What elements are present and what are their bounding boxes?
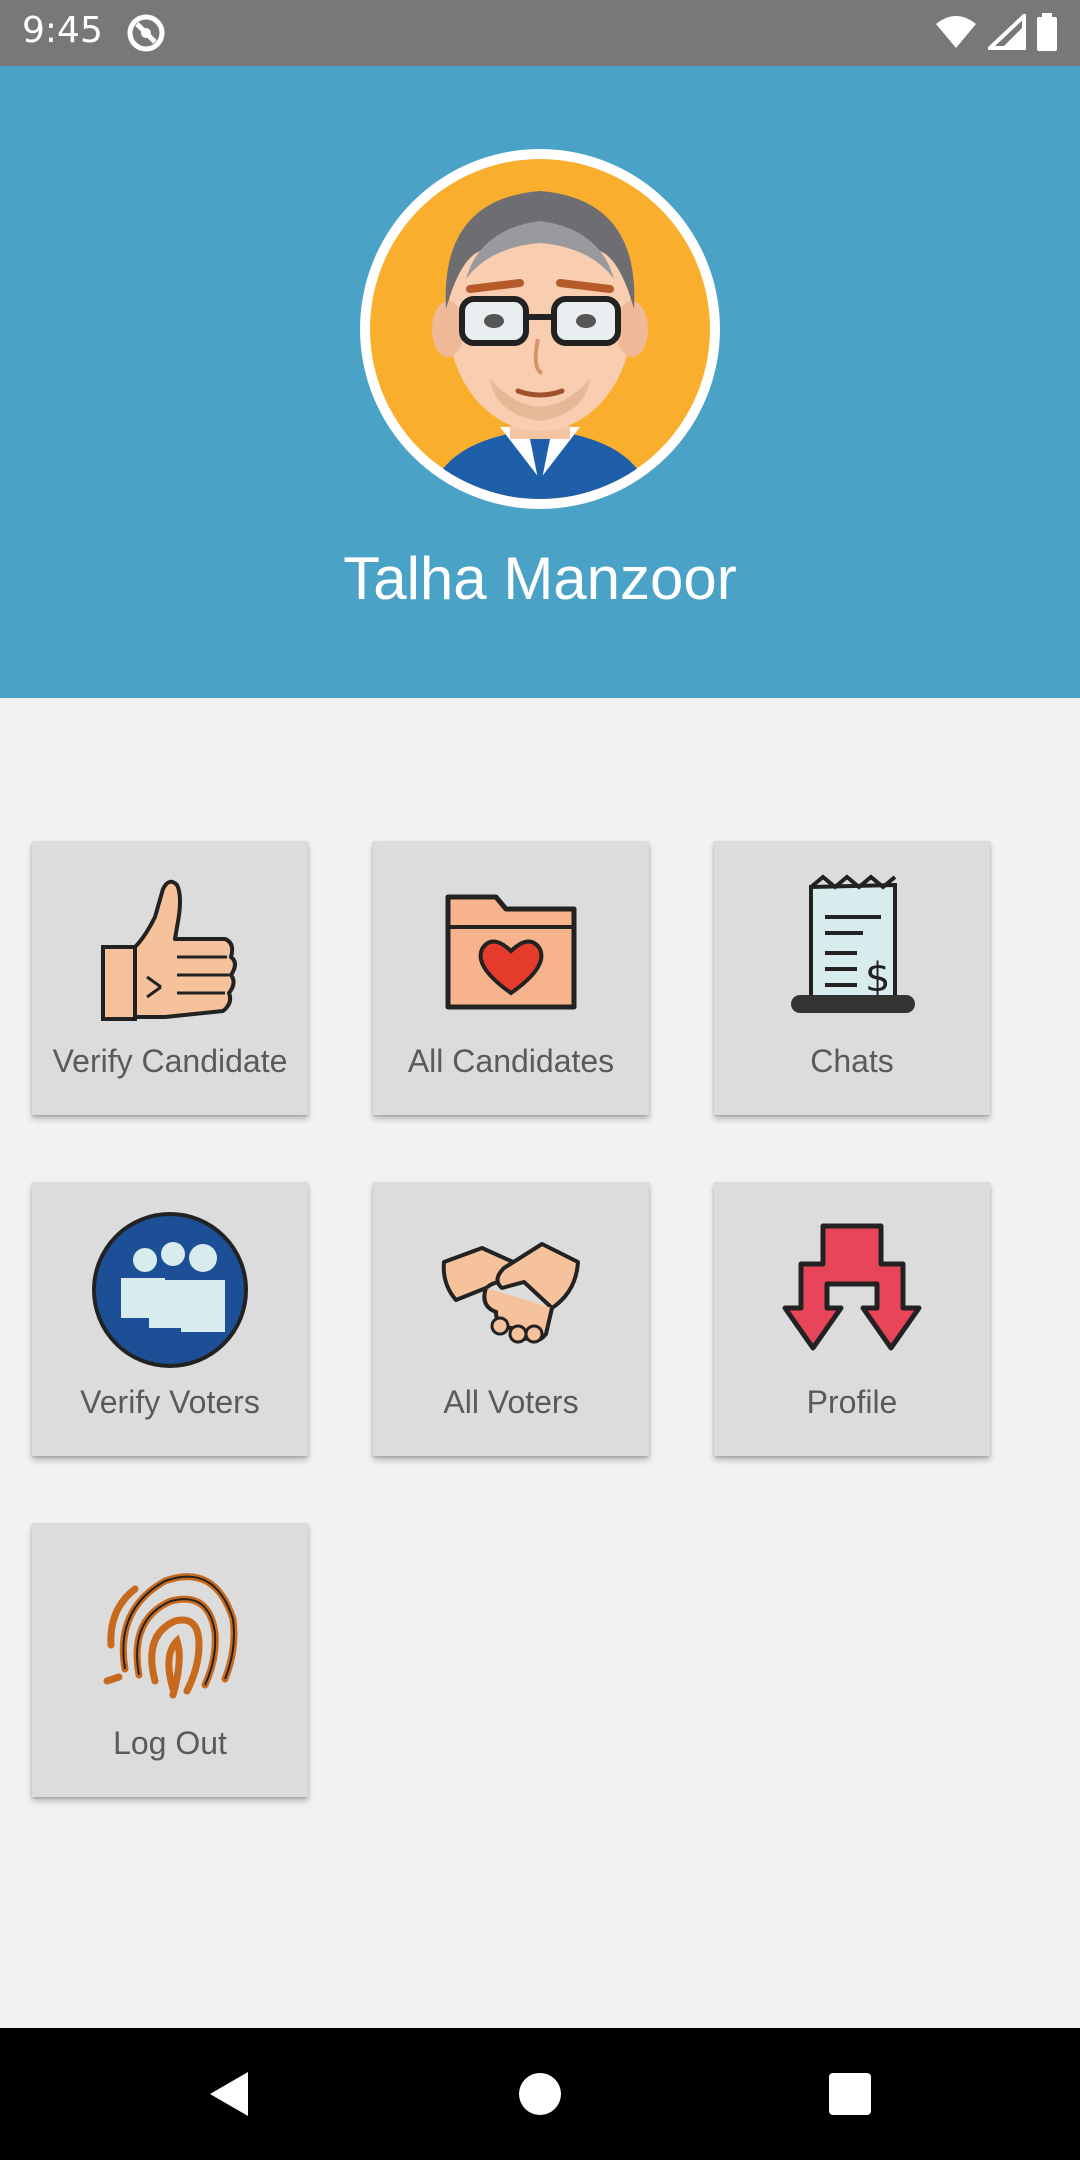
tile-label: All Candidates (407, 1043, 615, 1079)
people-group-icon (32, 1208, 308, 1368)
all-voters-tile[interactable]: All Voters (373, 1182, 649, 1456)
tile-label: Verify Candidate (52, 1043, 288, 1079)
home-icon[interactable] (512, 2066, 568, 2122)
tile-label: Chats (810, 1043, 894, 1079)
log-out-tile[interactable]: Log Out (32, 1523, 308, 1797)
app-notification-icon (126, 13, 166, 53)
status-time: 9:45 (22, 10, 103, 51)
status-bar: 9:45 (0, 0, 1080, 66)
back-icon[interactable] (202, 2066, 258, 2122)
fingerprint-icon (32, 1549, 308, 1709)
battery-icon (1036, 13, 1058, 55)
tile-label: All Voters (443, 1384, 579, 1420)
avatar[interactable] (360, 149, 720, 509)
signal-icon (984, 11, 1026, 54)
tile-label: Log Out (113, 1725, 227, 1761)
profile-header: Talha Manzoor (0, 66, 1080, 698)
recents-icon[interactable] (822, 2066, 878, 2122)
svg-text:$: $ (865, 955, 890, 1001)
cartoon-man-avatar-icon (370, 159, 710, 499)
profile-tile[interactable]: Profile (714, 1182, 990, 1456)
tile-label: Profile (806, 1384, 898, 1420)
handshake-icon (373, 1208, 649, 1368)
tile-label: Verify Voters (80, 1384, 260, 1420)
wifi-icon (934, 14, 978, 54)
verify-voters-tile[interactable]: Verify Voters (32, 1182, 308, 1456)
user-name: Talha Manzoor (343, 545, 737, 612)
navigation-bar (0, 2028, 1080, 2160)
verify-candidate-tile[interactable]: Verify Candidate (32, 841, 308, 1115)
thumbs-up-icon (32, 867, 308, 1027)
receipt-icon: $ (714, 867, 990, 1027)
split-arrows-icon (714, 1208, 990, 1368)
heart-folder-icon (373, 867, 649, 1027)
all-candidates-tile[interactable]: All Candidates (373, 841, 649, 1115)
chats-tile[interactable]: $ Chats (714, 841, 990, 1115)
